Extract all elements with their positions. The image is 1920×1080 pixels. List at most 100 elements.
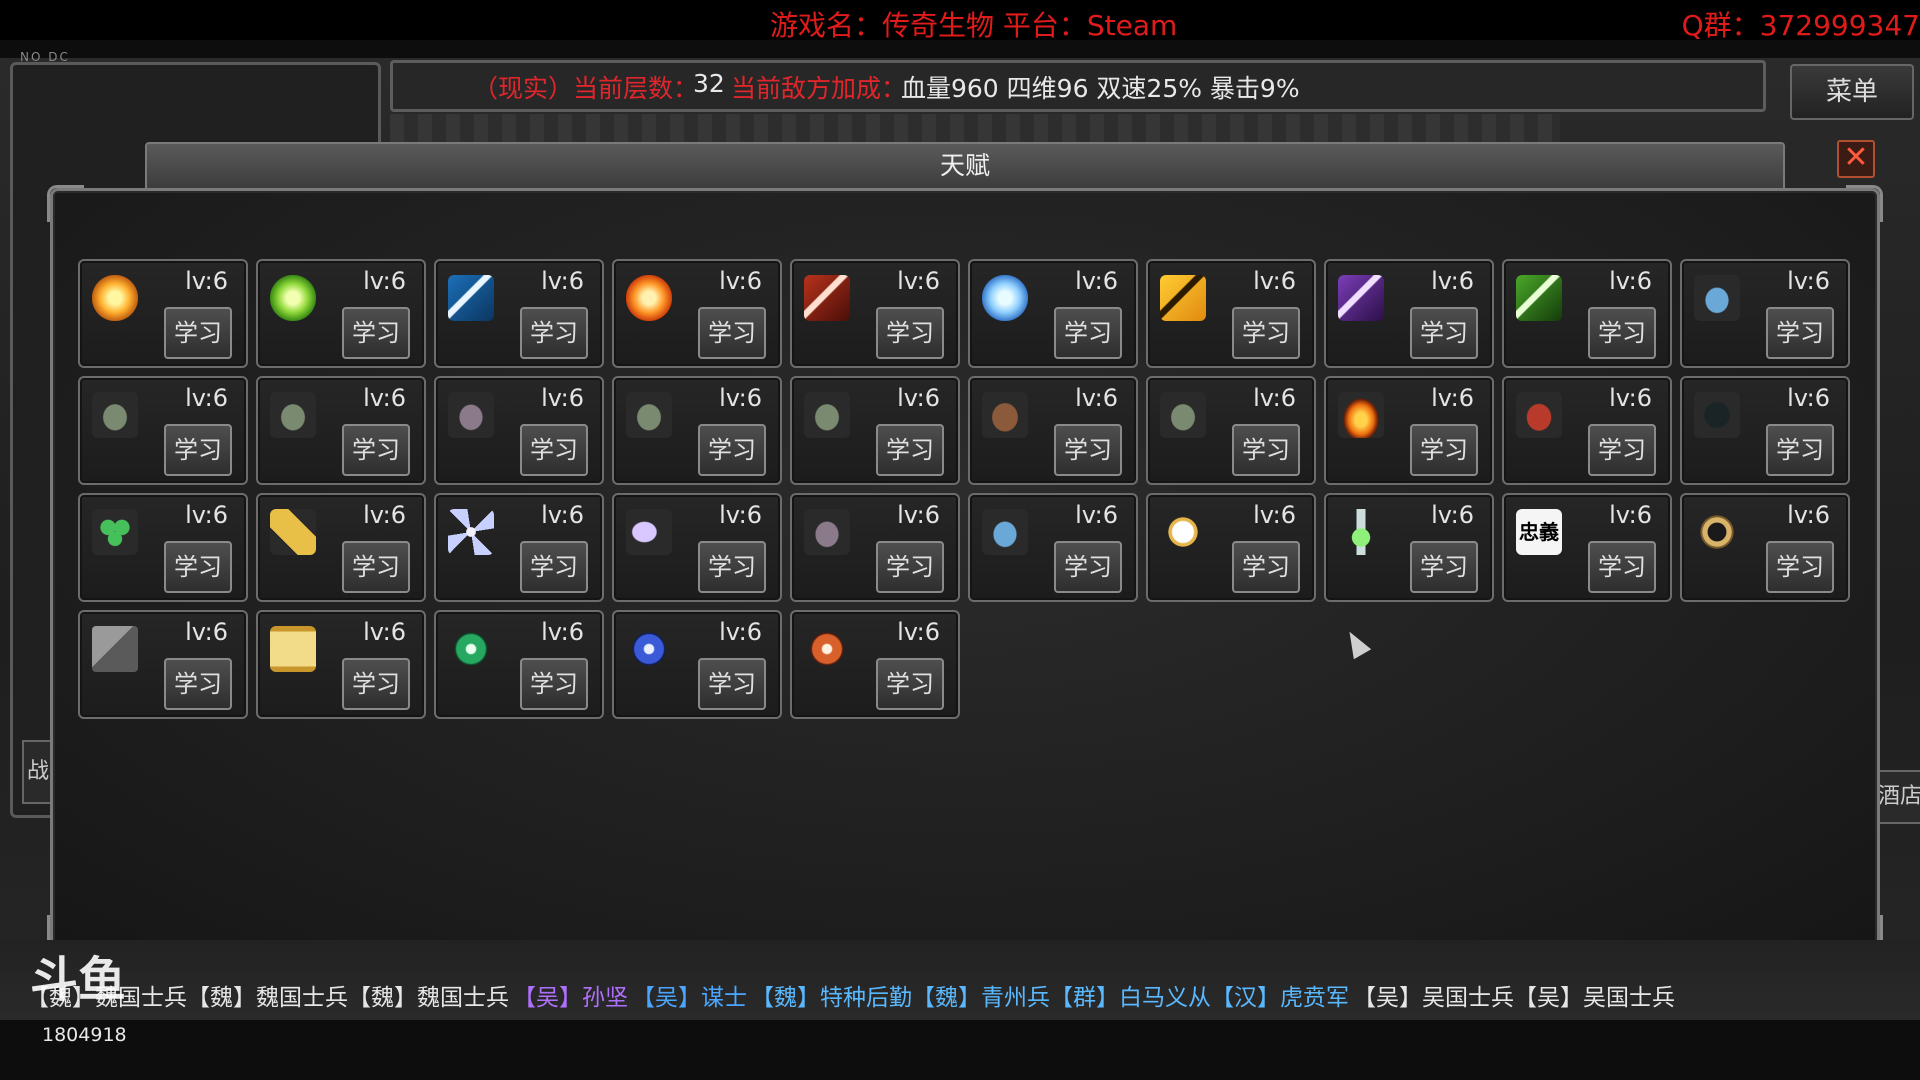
- talent-level: lv:6: [1609, 267, 1652, 295]
- yellow-sword-icon: [1160, 275, 1206, 321]
- talent-card: lv:6 学习: [1146, 376, 1316, 485]
- learn-button[interactable]: 学习: [1588, 541, 1656, 593]
- learn-button[interactable]: 学习: [164, 307, 232, 359]
- learn-button[interactable]: 学习: [1588, 424, 1656, 476]
- learn-button[interactable]: 学习: [876, 541, 944, 593]
- talent-card: lv:6 学习: [434, 259, 604, 368]
- talent-level: lv:6: [1431, 384, 1474, 412]
- floor-label: （现实）当前层数：: [473, 74, 699, 103]
- learn-button[interactable]: 学习: [698, 307, 766, 359]
- ticker-entry: 【吴】吴国士兵【吴】吴国士兵: [1353, 985, 1675, 1011]
- orb-blue-icon: [982, 275, 1028, 321]
- qq-group-text: Q群：372999347: [1681, 9, 1920, 42]
- loyalty-calligraphy-icon: 忠義: [1516, 509, 1562, 555]
- talent-card: lv:6 学习: [256, 610, 426, 719]
- learn-button[interactable]: 学习: [342, 307, 410, 359]
- talent-card: lv:6 学习: [1680, 493, 1850, 602]
- room-id: 1804918: [42, 1024, 127, 1046]
- talent-level: lv:6: [1431, 501, 1474, 529]
- talent-grid: lv:6 学习 lv:6 学习 lv:6 学习 lv:6 学习 lv:6 学习 lv:6 学习 lv:6…: [78, 259, 1850, 721]
- talent-level: lv:6: [541, 501, 584, 529]
- green-seal-icon: [448, 626, 494, 672]
- orange-seal-icon: [804, 626, 850, 672]
- red-imp-icon: [1516, 392, 1562, 438]
- learn-button[interactable]: 学习: [1410, 424, 1478, 476]
- talent-level: lv:6: [897, 384, 940, 412]
- learn-button[interactable]: 学习: [520, 658, 588, 710]
- talent-card: lv:6 学习: [1324, 376, 1494, 485]
- talent-level: lv:6: [1431, 267, 1474, 295]
- talent-card: lv:6 学习: [612, 493, 782, 602]
- sprout-creature-icon: [982, 392, 1028, 438]
- talent-card: lv:6 学习: [256, 376, 426, 485]
- learn-button[interactable]: 学习: [1054, 541, 1122, 593]
- talent-card: lv:6 学习: [78, 493, 248, 602]
- learn-button[interactable]: 学习: [1232, 307, 1300, 359]
- learn-button[interactable]: 学习: [1588, 307, 1656, 359]
- learn-button[interactable]: 学习: [520, 424, 588, 476]
- learn-button[interactable]: 学习: [164, 541, 232, 593]
- learn-button[interactable]: 学习: [164, 424, 232, 476]
- learn-button[interactable]: 学习: [1054, 424, 1122, 476]
- menu-button[interactable]: 菜单: [1790, 64, 1914, 120]
- learn-button[interactable]: 学习: [1054, 307, 1122, 359]
- talent-level: lv:6: [1787, 501, 1830, 529]
- learn-button[interactable]: 学习: [1410, 541, 1478, 593]
- dark-mage-icon: [1694, 392, 1740, 438]
- frame-corner: [1846, 185, 1883, 222]
- learn-button[interactable]: 学习: [876, 307, 944, 359]
- talent-card: lv:6 学习: [968, 493, 1138, 602]
- learn-button[interactable]: 学习: [342, 424, 410, 476]
- learn-button[interactable]: 学习: [1766, 541, 1834, 593]
- tavern-tab[interactable]: 酒店: [1876, 770, 1920, 824]
- enemy-bonus-value: 血量960 四维96 双速25% 暴击9%: [901, 74, 1300, 103]
- learn-button[interactable]: 学习: [1232, 424, 1300, 476]
- talent-card: lv:6 学习: [1146, 493, 1316, 602]
- floor-value: 32: [693, 69, 725, 98]
- talent-card: lv:6 学习: [1146, 259, 1316, 368]
- gray-spirit-icon: [804, 509, 850, 555]
- learn-button[interactable]: 学习: [876, 658, 944, 710]
- clock-icon: [1160, 509, 1206, 555]
- egg-icon: [1160, 392, 1206, 438]
- learn-button[interactable]: 学习: [342, 541, 410, 593]
- talent-level: lv:6: [1253, 384, 1296, 412]
- talent-level: lv:6: [719, 501, 762, 529]
- talent-level: lv:6: [185, 384, 228, 412]
- talent-card: lv:6 学习: [1680, 259, 1850, 368]
- unit-ticker: 【魏】魏国士兵【魏】魏国士兵【魏】魏国士兵 【吴】孙坚 【吴】谋士 【魏】特种后勤【魏…: [26, 978, 1679, 1012]
- talent-level: lv:6: [1787, 267, 1830, 295]
- learn-button[interactable]: 学习: [1766, 307, 1834, 359]
- talent-card: lv:6 学习: [968, 259, 1138, 368]
- learn-button[interactable]: 学习: [698, 541, 766, 593]
- talent-card: lv:6 学习: [256, 493, 426, 602]
- talent-card: lv:6 学习: [612, 259, 782, 368]
- talent-level: lv:6: [719, 384, 762, 412]
- talent-card: lv:6 学习: [78, 259, 248, 368]
- fire-spirit-icon: [1338, 392, 1384, 438]
- talent-level: lv:6: [363, 501, 406, 529]
- learn-button[interactable]: 学习: [1410, 307, 1478, 359]
- close-button[interactable]: ✕: [1837, 140, 1875, 178]
- talent-level: lv:6: [719, 267, 762, 295]
- clover-icon: [92, 509, 138, 555]
- learn-button[interactable]: 学习: [698, 424, 766, 476]
- talent-level: lv:6: [363, 384, 406, 412]
- learn-button[interactable]: 学习: [342, 658, 410, 710]
- talent-card: lv:6 学习: [1324, 493, 1494, 602]
- talent-level: lv:6: [1609, 501, 1652, 529]
- learn-button[interactable]: 学习: [164, 658, 232, 710]
- blue-spirit-icon: [982, 509, 1028, 555]
- learn-button[interactable]: 学习: [1766, 424, 1834, 476]
- talent-card: lv:6 学习: [1324, 259, 1494, 368]
- game-name-text: 游戏名：传奇生物 平台：Steam: [770, 9, 1178, 42]
- wheat-icon: [270, 509, 316, 555]
- learn-button[interactable]: 学习: [1232, 541, 1300, 593]
- claw-icon: [626, 509, 672, 555]
- learn-button[interactable]: 学习: [520, 541, 588, 593]
- blue-dragon-icon: [1694, 275, 1740, 321]
- zombie-icon: [804, 392, 850, 438]
- learn-button[interactable]: 学习: [876, 424, 944, 476]
- learn-button[interactable]: 学习: [520, 307, 588, 359]
- learn-button[interactable]: 学习: [698, 658, 766, 710]
